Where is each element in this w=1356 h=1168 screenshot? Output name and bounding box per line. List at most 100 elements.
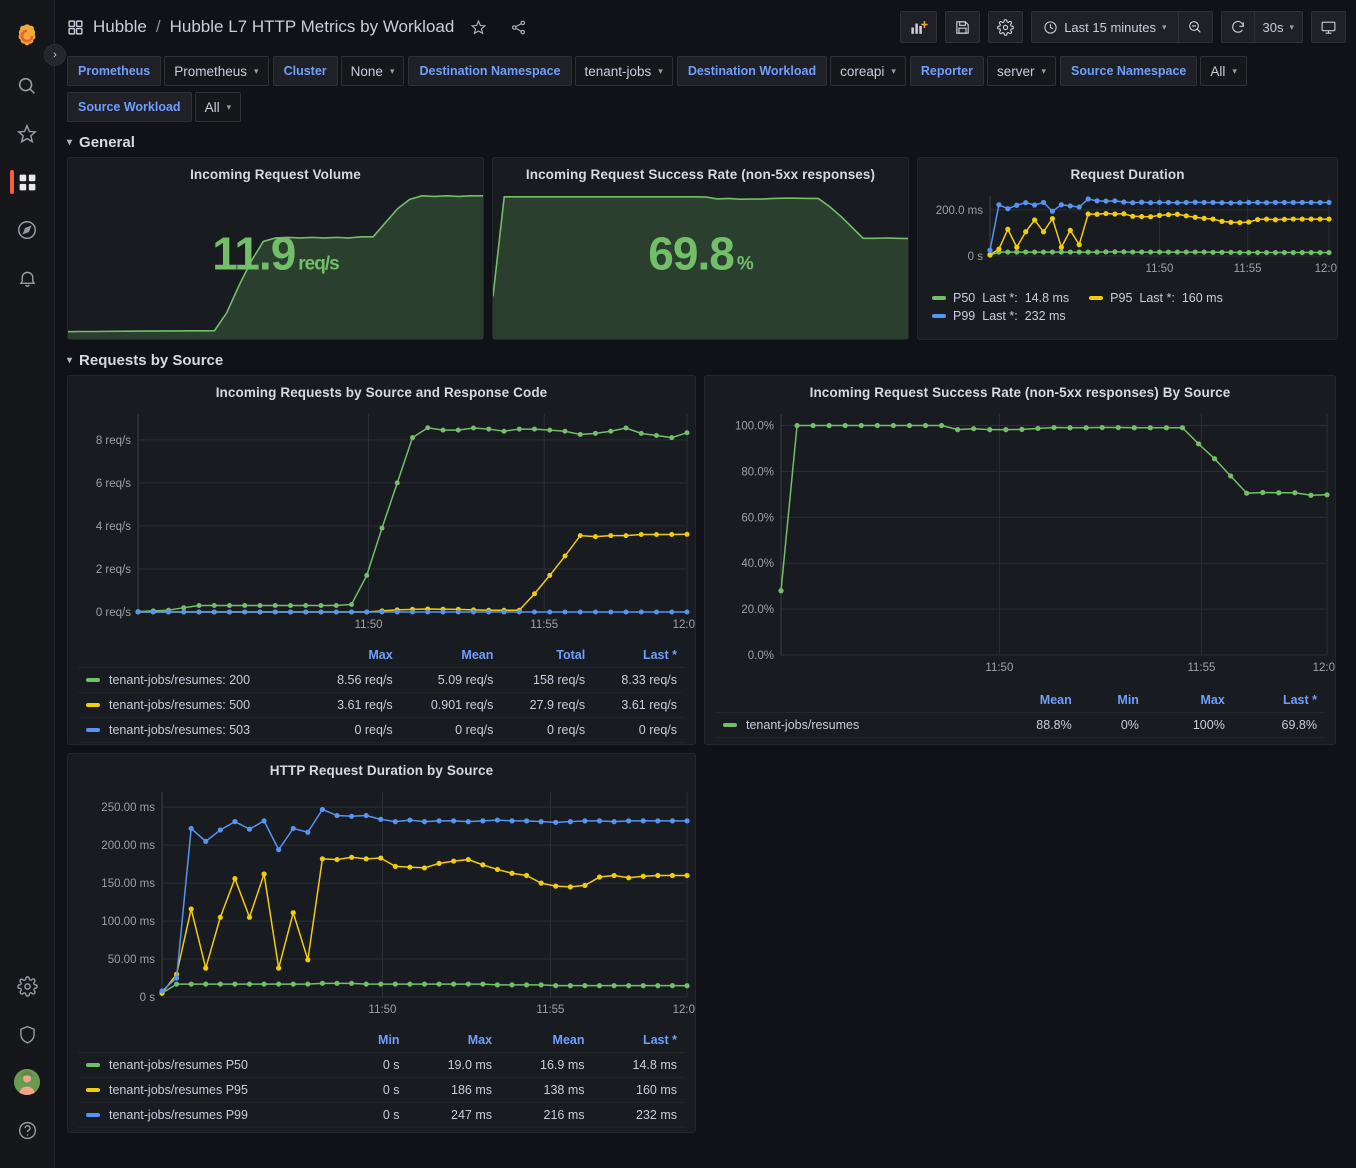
dashboard-settings-button[interactable] xyxy=(988,11,1024,43)
variable-label: Source Workload xyxy=(67,92,192,122)
legend-header-last[interactable]: Last * xyxy=(592,1030,685,1053)
search-icon[interactable] xyxy=(0,62,55,110)
legend-series-cell: tenant-jobs/resumes P95 xyxy=(78,1077,351,1103)
clock-icon xyxy=(1044,20,1057,34)
legend-header-row: Mean Min Max Last * xyxy=(715,690,1325,713)
legend-value-mean: 16.9 ms xyxy=(500,1052,593,1078)
variable-value-text: None xyxy=(350,63,383,79)
chevron-down-icon: ▾ xyxy=(1289,21,1294,32)
legend-item[interactable]: P99 Last *: 232 ms xyxy=(932,309,1066,323)
svg-text:11:55: 11:55 xyxy=(530,619,558,631)
bell-icon[interactable] xyxy=(0,254,55,302)
panel-title: Incoming Request Success Rate (non-5xx r… xyxy=(809,385,1231,400)
legend-header-min[interactable]: Min xyxy=(1079,690,1147,713)
variable-value-dropdown[interactable]: All ▾ xyxy=(1200,56,1247,86)
legend-header-mean[interactable]: Mean xyxy=(400,645,502,668)
legend-header-max[interactable]: Max xyxy=(1146,690,1233,713)
legend-header-mean[interactable]: Mean xyxy=(500,1030,593,1053)
table-row[interactable]: tenant-jobs/resumes: 200 8.56 req/s 5.09… xyxy=(78,667,685,693)
legend-series-name: tenant-jobs/resumes P95 xyxy=(109,1083,248,1097)
add-panel-button[interactable] xyxy=(900,11,938,43)
explore-icon[interactable] xyxy=(0,206,55,254)
legend-header-max[interactable]: Max xyxy=(308,645,401,668)
row-title: Requests by Source xyxy=(79,352,224,369)
legend-header-min[interactable]: Min xyxy=(350,1030,408,1053)
stat-value: 69.8 xyxy=(648,226,735,279)
variable-value-dropdown[interactable]: tenant-jobs ▾ xyxy=(574,56,673,86)
legend-stat-value: 160 ms xyxy=(1181,291,1223,305)
legend-table: Min Max Mean Last * tenant-jobs/resumes … xyxy=(78,1030,685,1128)
panel-incoming-request-volume: Incoming Request Volume 11.9 req/s xyxy=(67,157,484,340)
legend-value-min: 0 s xyxy=(350,1102,408,1128)
breadcrumb-folder[interactable]: Hubble xyxy=(93,17,147,37)
table-row[interactable]: tenant-jobs/resumes P95 0 s 186 ms 138 m… xyxy=(78,1077,685,1103)
variable-value-text: coreapi xyxy=(840,63,885,79)
zoom-out-button[interactable] xyxy=(1178,11,1213,43)
variable-value-dropdown[interactable]: server ▾ xyxy=(987,56,1057,86)
svg-text:11:55: 11:55 xyxy=(1234,263,1262,275)
svg-text:200.0 ms: 200.0 ms xyxy=(936,205,984,217)
svg-text:11:55: 11:55 xyxy=(537,1004,565,1016)
legend-color-swatch xyxy=(86,1113,100,1117)
star-icon[interactable] xyxy=(468,17,489,38)
row-header-general[interactable]: ▾ General xyxy=(55,130,1356,157)
legend-value-max: 8.56 req/s xyxy=(308,667,401,693)
share-icon[interactable] xyxy=(508,17,529,38)
row-header-requests-by-source[interactable]: ▾ Requests by Source xyxy=(55,348,1356,375)
variable-value-dropdown[interactable]: Prometheus ▾ xyxy=(164,56,269,86)
nav-expand-button[interactable]: › xyxy=(44,44,66,66)
legend-header-total[interactable]: Total xyxy=(501,645,594,668)
variable-value-text: All xyxy=(204,99,220,115)
refresh-interval-picker[interactable]: 30s ▾ xyxy=(1254,11,1303,43)
chevron-down-icon: ▾ xyxy=(1232,65,1237,76)
table-row[interactable]: tenant-jobs/resumes P50 0 s 19.0 ms 16.9… xyxy=(78,1052,685,1078)
time-range-picker[interactable]: Last 15 minutes ▾ xyxy=(1031,11,1179,43)
legend-header-last[interactable]: Last * xyxy=(593,645,685,668)
svg-text:60.0%: 60.0% xyxy=(741,512,774,524)
help-icon[interactable] xyxy=(0,1106,55,1154)
gear-icon[interactable] xyxy=(0,962,55,1010)
variable-value-dropdown[interactable]: None ▾ xyxy=(340,56,405,86)
stat-value: 11.9 xyxy=(212,226,296,279)
legend-value-max: 100% xyxy=(1146,712,1233,738)
svg-text:12:00: 12:00 xyxy=(1313,662,1335,674)
refresh-button[interactable] xyxy=(1220,11,1255,43)
table-row[interactable]: tenant-jobs/resumes P99 0 s 247 ms 216 m… xyxy=(78,1102,685,1128)
svg-text:80.0%: 80.0% xyxy=(741,466,774,478)
legend-header-max[interactable]: Max xyxy=(407,1030,501,1053)
svg-text:6 req/s: 6 req/s xyxy=(96,478,131,490)
chevron-right-icon: › xyxy=(53,49,57,61)
legend-table-wrap: Max Mean Total Last * tenant-jobs/resume… xyxy=(68,645,695,743)
legend-stat-label: Last *: xyxy=(982,291,1018,305)
dashboards-icon[interactable] xyxy=(0,158,55,206)
legend-series-cell: tenant-jobs/resumes P99 xyxy=(78,1102,351,1128)
legend-table: Max Mean Total Last * tenant-jobs/resume… xyxy=(78,645,685,743)
tv-mode-button[interactable] xyxy=(1311,11,1346,43)
legend-value-mean: 0 req/s xyxy=(400,717,502,743)
svg-text:0 s: 0 s xyxy=(140,992,156,1004)
table-row[interactable]: tenant-jobs/resumes: 503 0 req/s 0 req/s… xyxy=(78,717,685,743)
variable-destination-namespace: Destination Namespace tenant-jobs ▾ xyxy=(408,56,673,86)
svg-text:2 req/s: 2 req/s xyxy=(96,564,131,576)
avatar[interactable] xyxy=(0,1058,55,1106)
variable-value-dropdown[interactable]: All ▾ xyxy=(194,92,242,122)
svg-text:11:50: 11:50 xyxy=(985,662,1013,674)
legend-value-max: 19.0 ms xyxy=(407,1052,501,1078)
shield-icon[interactable] xyxy=(0,1010,55,1058)
variable-cluster: Cluster None ▾ xyxy=(272,56,405,86)
legend-value-mean: 88.8% xyxy=(987,712,1080,738)
variable-value-dropdown[interactable]: coreapi ▾ xyxy=(830,56,906,86)
table-row[interactable]: tenant-jobs/resumes: 500 3.61 req/s 0.90… xyxy=(78,692,685,718)
legend-item[interactable]: P95 Last *: 160 ms xyxy=(1089,291,1223,305)
page-title[interactable]: Hubble L7 HTTP Metrics by Workload xyxy=(170,17,455,37)
legend-item[interactable]: P50 Last *: 14.8 ms xyxy=(932,291,1069,305)
chevron-down-icon: ▾ xyxy=(254,65,259,76)
time-controls: Last 15 minutes ▾ xyxy=(1031,11,1213,43)
save-dashboard-button[interactable] xyxy=(945,11,981,43)
svg-text:200.00 ms: 200.00 ms xyxy=(101,840,155,852)
legend-header-last[interactable]: Last * xyxy=(1232,690,1325,713)
table-row[interactable]: tenant-jobs/resumes 88.8% 0% 100% 69.8% xyxy=(715,712,1325,738)
chevron-down-icon: ▾ xyxy=(1161,21,1167,32)
legend-header-mean[interactable]: Mean xyxy=(987,690,1080,713)
star-icon[interactable] xyxy=(0,110,55,158)
